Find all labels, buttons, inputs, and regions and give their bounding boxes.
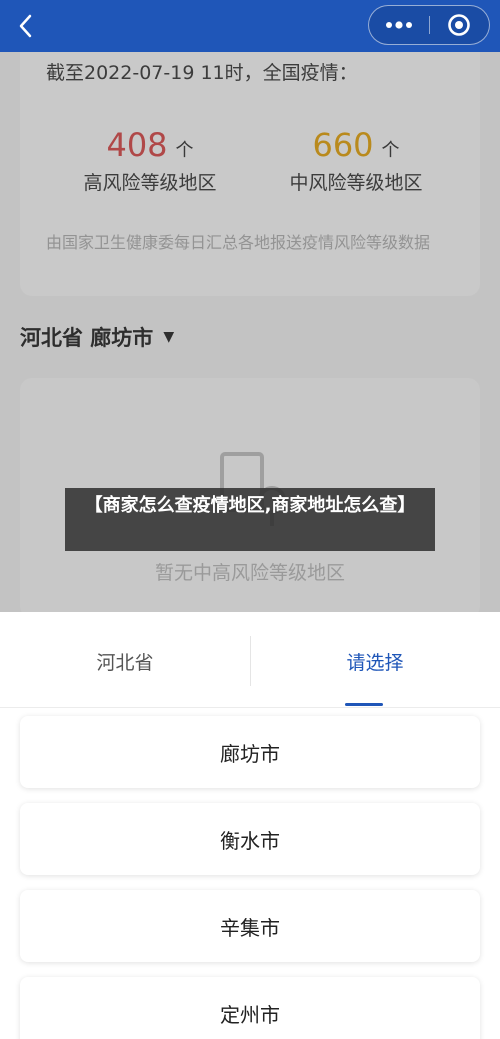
sheet-divider xyxy=(0,707,500,708)
target-circle-icon xyxy=(448,14,471,36)
high-risk-label: 高风险等级地区 xyxy=(83,172,217,194)
region-picker-sheet: 河北省 请选择 廊坊市 衡水市 辛集市 定州市 xyxy=(0,612,500,1039)
mid-risk-stat: 660 个 中风险等级地区 xyxy=(256,126,456,195)
region-title: 河北省 廊坊市 xyxy=(20,326,154,350)
more-dots-icon xyxy=(385,21,412,29)
as-of-text: 截至2022-07-19 11时，全国疫情： xyxy=(46,62,358,84)
city-option[interactable]: 衡水市 xyxy=(20,803,480,875)
article-title-banner: 【商家怎么查疫情地区,商家地址怎么查】 xyxy=(65,488,435,551)
city-option[interactable]: 定州市 xyxy=(20,977,480,1039)
tab-select-city[interactable]: 请选择 xyxy=(250,648,500,675)
empty-state-text: 暂无中高风险等级地区 xyxy=(154,562,345,584)
data-source-note: 由国家卫生健康委每日汇总各地报送疫情风险等级数据 xyxy=(46,233,431,252)
high-risk-stat: 408 个 高风险等级地区 xyxy=(50,126,250,195)
city-option[interactable]: 廊坊市 xyxy=(20,716,480,788)
close-button[interactable] xyxy=(430,6,490,44)
high-risk-count: 408 xyxy=(106,126,168,164)
active-tab-indicator xyxy=(345,703,383,706)
caret-down-icon: ▼ xyxy=(163,329,175,345)
mid-risk-unit: 个 xyxy=(381,140,400,161)
risk-summary-card: 截至2022-07-19 11时，全国疫情： 408 个 高风险等级地区 660 个… xyxy=(20,52,480,296)
mid-risk-count: 660 xyxy=(312,126,374,164)
city-option[interactable]: 辛集市 xyxy=(20,890,480,962)
tab-province[interactable]: 河北省 xyxy=(0,648,250,675)
high-risk-unit: 个 xyxy=(175,140,194,161)
more-button[interactable] xyxy=(369,6,429,44)
mini-program-capsule xyxy=(368,5,490,45)
region-selector[interactable]: 河北省 廊坊市 ▼ xyxy=(20,322,174,352)
mid-risk-label: 中风险等级地区 xyxy=(289,172,423,194)
app-bar xyxy=(0,0,500,52)
chevron-left-icon xyxy=(19,14,32,38)
back-button[interactable] xyxy=(10,10,42,42)
